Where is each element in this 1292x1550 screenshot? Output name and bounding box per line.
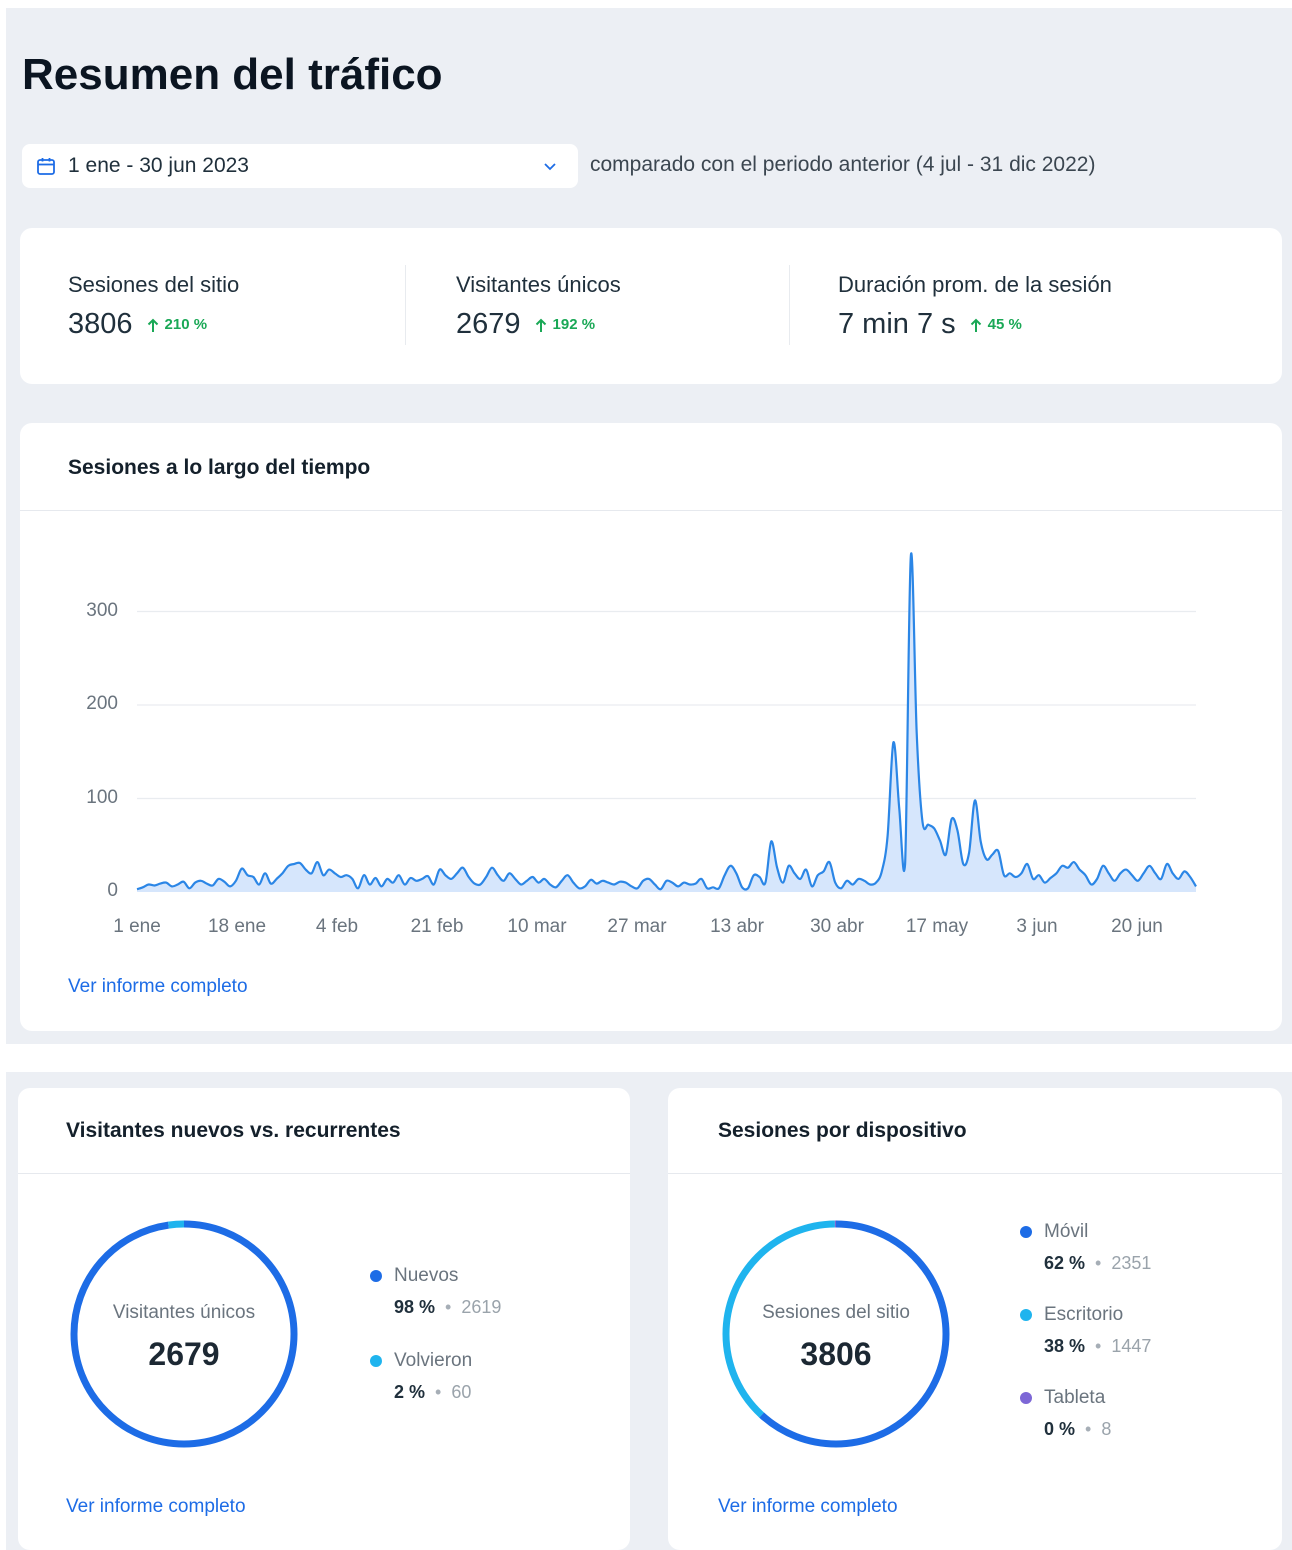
donut-center-value: 3806 bbox=[800, 1336, 872, 1372]
legend-dot bbox=[370, 1355, 382, 1367]
donut-center-label: Sesiones del sitio bbox=[762, 1302, 910, 1323]
arrow-up-icon bbox=[970, 318, 981, 332]
kpi-site-sessions: Sesiones del sitio 3806 210 % bbox=[68, 272, 239, 341]
device-legend: Móvil 62 % • 2351 Escritorio 38 % • 1447 Tab… bbox=[1020, 1221, 1151, 1440]
kpi-divider bbox=[405, 265, 406, 345]
compare-period-text: comparado con el periodo anterior (4 jul… bbox=[590, 153, 1096, 176]
legend-count: 2351 bbox=[1111, 1253, 1152, 1273]
chevron-down-icon bbox=[544, 163, 556, 171]
legend-label: Tableta bbox=[1044, 1387, 1106, 1408]
card-divider bbox=[20, 510, 1282, 511]
donut-center-value: 2679 bbox=[148, 1336, 220, 1372]
legend-count: 60 bbox=[451, 1382, 472, 1402]
legend-item-nuevos: Nuevos 98 % • 2619 bbox=[370, 1265, 501, 1318]
y-tick-label: 300 bbox=[86, 599, 118, 621]
visitors-full-report-link[interactable]: Ver informe completo bbox=[66, 1496, 246, 1518]
legend-dot bbox=[370, 1270, 382, 1282]
kpi-label: Duración prom. de la sesión bbox=[838, 272, 1112, 297]
legend-pct: 62 % bbox=[1044, 1253, 1086, 1273]
legend-label: Nuevos bbox=[394, 1265, 459, 1286]
legend-pct: 98 % bbox=[394, 1297, 436, 1317]
kpi-label: Visitantes únicos bbox=[456, 272, 621, 297]
calendar-icon bbox=[37, 158, 55, 175]
kpi-unique-visitors: Visitantes únicos 2679 192 % bbox=[456, 272, 621, 341]
y-tick-label: 200 bbox=[86, 693, 118, 714]
legend-dot bbox=[1020, 1309, 1032, 1321]
device-full-report-link[interactable]: Ver informe completo bbox=[718, 1496, 898, 1518]
sessions-full-report-link[interactable]: Ver informe completo bbox=[68, 976, 248, 998]
x-tick-label: 27 mar bbox=[607, 916, 667, 937]
legend-label: Escritorio bbox=[1044, 1304, 1124, 1325]
arrow-up-icon bbox=[535, 318, 546, 332]
legend-count: 8 bbox=[1101, 1419, 1112, 1439]
x-tick-label: 1 ene bbox=[113, 916, 161, 937]
kpi-delta: 45 % bbox=[970, 316, 1022, 333]
x-tick-label: 4 feb bbox=[315, 916, 359, 937]
visitors-card-title: Visitantes nuevos vs. recurrentes bbox=[66, 1119, 401, 1142]
x-tick-label: 20 jun bbox=[1111, 916, 1163, 937]
legend-item-escritorio: Escritorio 38 % • 1447 bbox=[1020, 1304, 1151, 1357]
legend-pct: 0 % bbox=[1044, 1419, 1076, 1439]
x-tick-label: 17 may bbox=[905, 916, 969, 937]
donut-center-label: Visitantes únicos bbox=[112, 1302, 256, 1323]
legend-label: Volvieron bbox=[394, 1350, 473, 1371]
x-tick-label: 18 ene bbox=[207, 916, 267, 937]
device-card-title: Sesiones por dispositivo bbox=[718, 1119, 967, 1142]
x-tick-label: 13 abr bbox=[710, 916, 764, 937]
x-tick-label: 10 mar bbox=[507, 916, 567, 937]
kpi-delta: 210 % bbox=[147, 316, 208, 333]
kpi-delta-value: 45 % bbox=[987, 316, 1022, 333]
arrow-up-icon bbox=[147, 318, 158, 332]
kpi-value: 3806 bbox=[68, 308, 133, 340]
page-title: Resumen del tráfico bbox=[22, 50, 443, 99]
legend-dot bbox=[1020, 1392, 1032, 1404]
y-tick-label: 0 bbox=[107, 880, 118, 901]
kpi-delta-value: 210 % bbox=[164, 316, 208, 333]
legend-count: 1447 bbox=[1111, 1336, 1152, 1356]
legend-dot bbox=[1020, 1226, 1032, 1238]
date-range-picker[interactable]: 1 ene - 30 jun 2023 bbox=[22, 144, 578, 188]
sessions-chart-title: Sesiones a lo largo del tiempo bbox=[68, 456, 371, 479]
legend-item-tableta: Tableta 0 % • 8 bbox=[1020, 1387, 1151, 1440]
x-tick-label: 3 jun bbox=[1016, 916, 1058, 937]
legend-item-volvieron: Volvieron 2 % • 60 bbox=[370, 1350, 501, 1403]
x-tick-label: 21 feb bbox=[410, 916, 464, 937]
kpi-label: Sesiones del sitio bbox=[68, 272, 240, 297]
kpi-value: 2679 bbox=[456, 308, 521, 340]
date-range-value: 1 ene - 30 jun 2023 bbox=[68, 154, 249, 177]
legend-label: Móvil bbox=[1044, 1221, 1089, 1242]
y-tick-label: 100 bbox=[86, 786, 118, 808]
device-donut-center: Sesiones del sitio 3806 bbox=[723, 1302, 949, 1373]
legend-pct: 38 % bbox=[1044, 1336, 1086, 1356]
legend-count: 2619 bbox=[461, 1297, 502, 1317]
kpi-delta-value: 192 % bbox=[552, 316, 596, 333]
visitors-donut-center: Visitantes únicos 2679 bbox=[71, 1302, 297, 1373]
kpi-divider bbox=[789, 265, 790, 345]
legend-item-movil: Móvil 62 % • 2351 bbox=[1020, 1221, 1151, 1274]
legend-pct: 2 % bbox=[394, 1382, 426, 1402]
kpi-delta: 192 % bbox=[535, 316, 596, 333]
sessions-chart-card bbox=[20, 423, 1282, 1031]
visitors-legend: Nuevos 98 % • 2619 Volvieron 2 % • 60 bbox=[370, 1265, 501, 1403]
card-divider bbox=[668, 1173, 1282, 1174]
kpi-value: 7 min 7 s bbox=[838, 308, 956, 340]
x-tick-label: 30 abr bbox=[810, 916, 864, 937]
kpi-session-duration: Duración prom. de la sesión 7 min 7 s 45… bbox=[838, 272, 1112, 341]
card-divider bbox=[18, 1173, 630, 1174]
